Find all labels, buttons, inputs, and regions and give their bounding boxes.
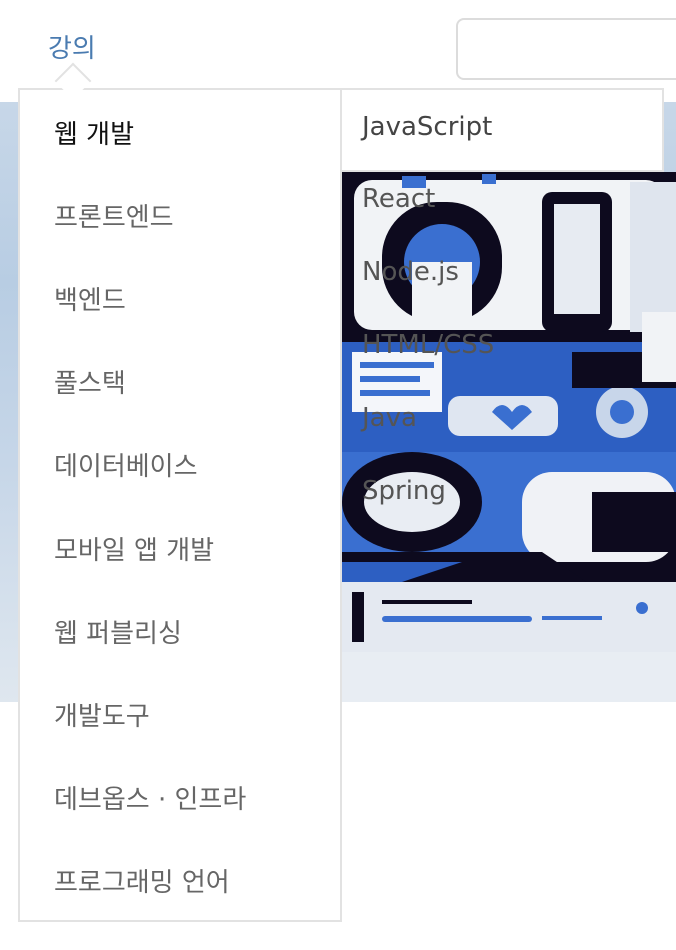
- subcategory-item-react[interactable]: React: [362, 184, 435, 214]
- category-item-dev-tools[interactable]: 개발도구: [54, 696, 150, 733]
- nav-tab-lectures[interactable]: 강의: [48, 28, 96, 65]
- category-item-programming-language[interactable]: 프로그래밍 언어: [54, 862, 230, 899]
- subcategory-item-nodejs[interactable]: Node.js: [362, 257, 459, 287]
- search-input[interactable]: [456, 18, 676, 80]
- subcategory-item-spring[interactable]: Spring: [362, 476, 446, 506]
- category-item-frontend[interactable]: 프론트엔드: [54, 197, 174, 234]
- subcategory-item-javascript[interactable]: JavaScript: [362, 112, 492, 142]
- category-item-mobile-app[interactable]: 모바일 앱 개발: [54, 530, 214, 567]
- category-item-fullstack[interactable]: 풀스택: [54, 363, 126, 400]
- category-item-web-dev[interactable]: 웹 개발: [54, 114, 134, 151]
- banner-illustration: [342, 172, 676, 702]
- subcategory-item-html-css[interactable]: HTML/CSS: [362, 330, 494, 360]
- page: 강의 웹 개발 프론트엔드 백엔드 풀스택 데이터베이스 모바일 앱 개발 웹 …: [0, 0, 676, 950]
- category-item-devops[interactable]: 데브옵스 · 인프라: [54, 779, 246, 816]
- category-item-backend[interactable]: 백엔드: [54, 280, 126, 317]
- category-item-database[interactable]: 데이터베이스: [54, 446, 198, 483]
- category-item-web-publishing[interactable]: 웹 퍼블리싱: [54, 613, 182, 650]
- category-dropdown: 웹 개발 프론트엔드 백엔드 풀스택 데이터베이스 모바일 앱 개발 웹 퍼블리…: [18, 88, 342, 922]
- subcategory-item-java[interactable]: Java: [362, 403, 417, 433]
